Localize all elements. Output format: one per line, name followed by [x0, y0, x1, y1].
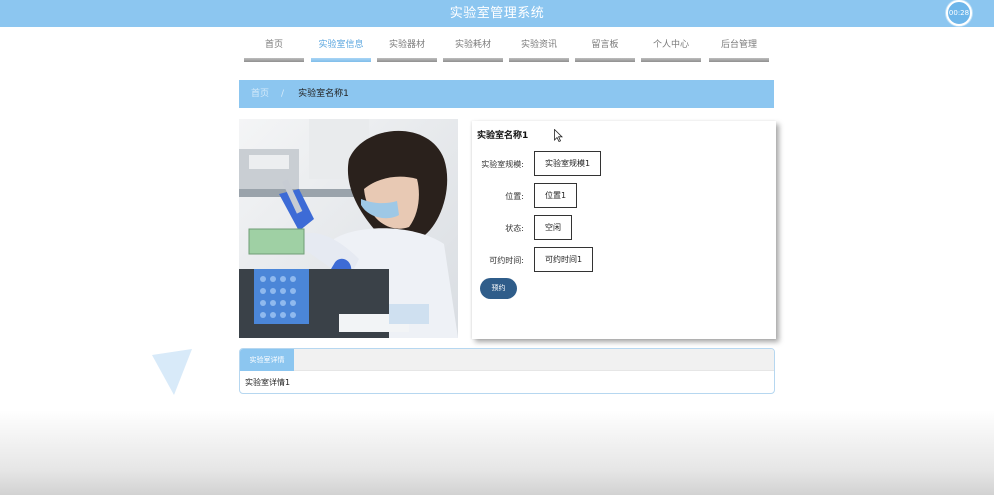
- breadcrumb-separator: /: [281, 89, 285, 99]
- detail-tabs: 实验室详情: [240, 349, 774, 371]
- lab-info-panel: 实验室名称1 实验室规模: 实验室规模1 位置: 位置1 状态: 空闲 可约时间…: [472, 121, 776, 339]
- location-label: 位置:: [505, 192, 524, 201]
- scale-value: 实验室规模1: [534, 151, 602, 176]
- nav-item-home[interactable]: 首页: [244, 38, 304, 62]
- lab-detail-panel: 实验室详情 实验室详情1: [239, 348, 775, 394]
- available-time-label: 可约时间:: [489, 256, 524, 265]
- status-value: 空闲: [534, 215, 572, 240]
- detail-content: 实验室详情1: [245, 378, 291, 387]
- available-time-value: 可约时间1: [534, 247, 594, 272]
- breadcrumb-current: 实验室名称1: [298, 89, 349, 99]
- tab-lab-detail[interactable]: 实验室详情: [240, 349, 294, 371]
- app-header: 实验室管理系统: [0, 0, 994, 27]
- lab-name: 实验室名称1: [477, 131, 529, 141]
- nav-item-lab-info[interactable]: 实验室信息: [311, 38, 371, 62]
- nav-item-news[interactable]: 实验资讯: [509, 38, 569, 62]
- breadcrumb: 首页 / 实验室名称1: [239, 80, 774, 108]
- reserve-button[interactable]: 预约: [480, 278, 517, 299]
- location-value: 位置1: [534, 183, 578, 208]
- app-title: 实验室管理系统: [449, 6, 545, 21]
- status-label: 状态:: [505, 224, 524, 233]
- nav-item-equipment[interactable]: 实验器材: [377, 38, 437, 62]
- breadcrumb-home-link[interactable]: 首页: [251, 89, 269, 99]
- mouse-cursor-icon: [554, 129, 563, 142]
- timer-badge: 00:28: [946, 0, 972, 26]
- lab-scientist-image: [239, 119, 458, 338]
- nav-item-admin[interactable]: 后台管理: [709, 38, 769, 62]
- decorative-triangle-icon: [152, 349, 192, 395]
- nav-item-personal-center[interactable]: 个人中心: [641, 38, 701, 62]
- nav-item-consumables[interactable]: 实验耗材: [443, 38, 503, 62]
- lab-photo: [239, 119, 458, 338]
- nav-item-message-board[interactable]: 留言板: [575, 38, 635, 62]
- main-nav: 首页 实验室信息 实验器材 实验耗材 实验资讯 留言板 个人中心 后台管理: [244, 38, 774, 62]
- scale-label: 实验室规模:: [481, 160, 524, 169]
